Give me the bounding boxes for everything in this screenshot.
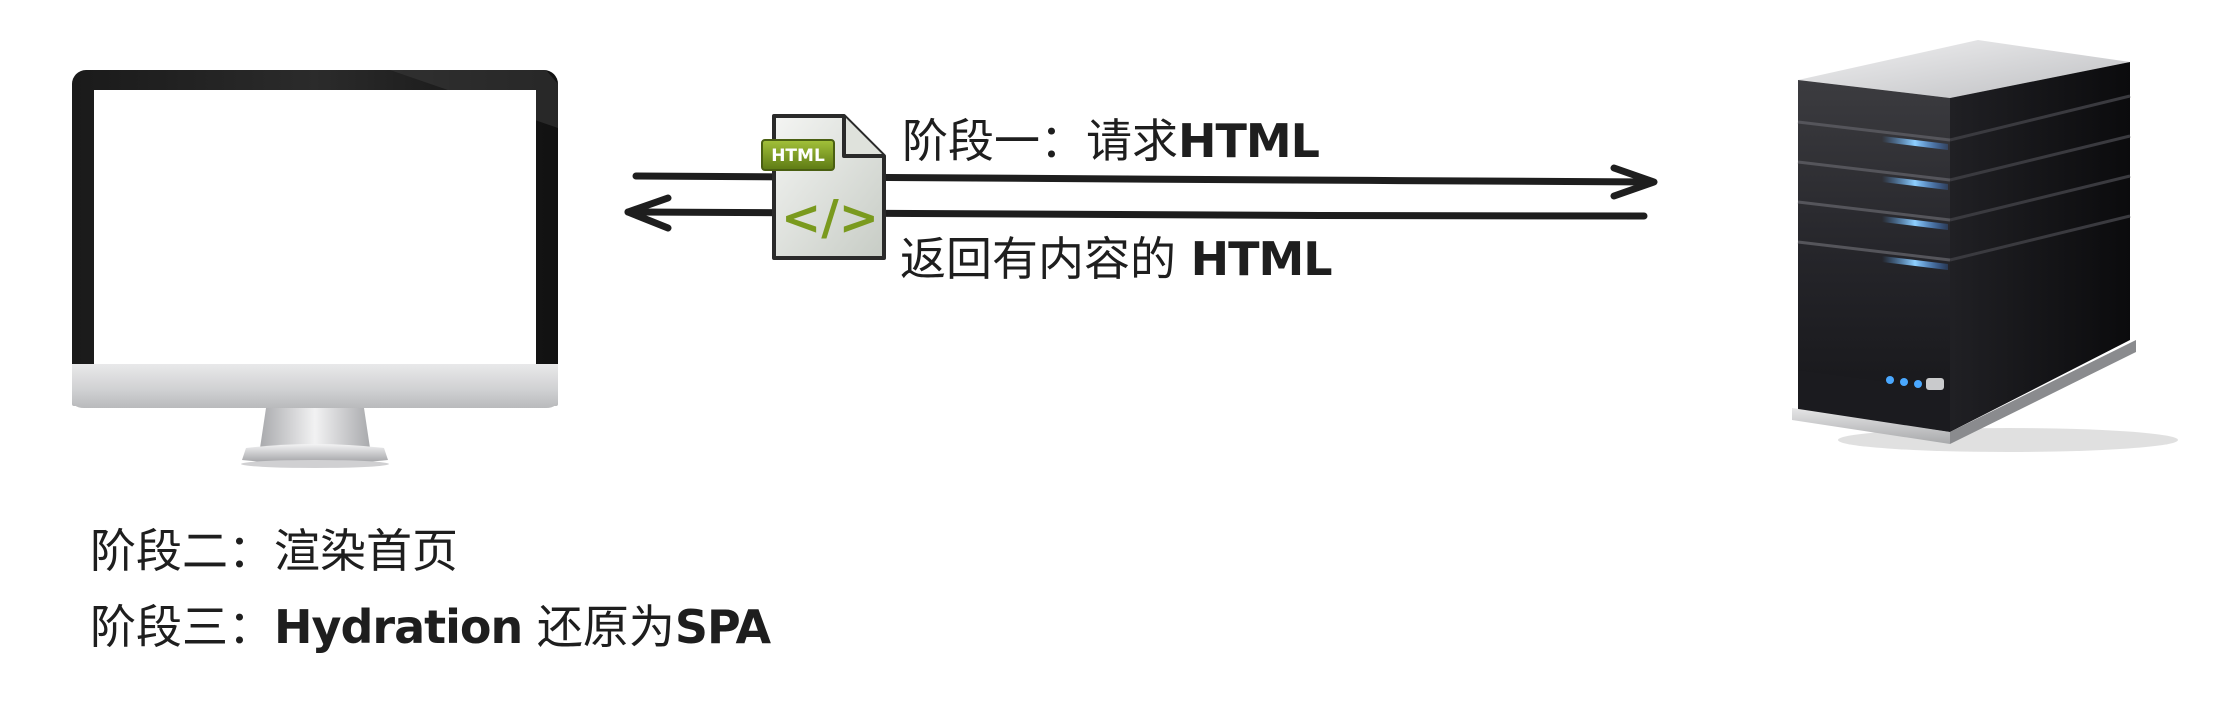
html-badge-text: HTML — [771, 146, 825, 166]
response-arrow — [624, 194, 1648, 232]
request-label: 阶段一：请求HTML — [902, 118, 1320, 164]
stage-three-highlight: Hydration — [274, 600, 523, 654]
response-label-prefix: 返回有内容的 — [900, 232, 1191, 286]
request-label-suffix: HTML — [1178, 114, 1320, 168]
stage-three-suffix: SPA — [674, 600, 771, 654]
stage-three-middle: 还原为 — [522, 600, 675, 654]
code-glyph: </> — [781, 190, 879, 246]
request-label-prefix: 阶段一：请求 — [902, 114, 1178, 168]
stage-two-text: 阶段二：渲染首页 — [90, 524, 458, 578]
response-label-suffix: HTML — [1190, 232, 1333, 286]
stage-three-prefix: 阶段三： — [90, 600, 274, 654]
html-file-icon: HTML </> — [761, 114, 886, 260]
response-label: 返回有内容的 HTML — [900, 236, 1333, 282]
stage-two-label: 阶段二：渲染首页 — [90, 528, 458, 574]
stage-three-label: 阶段三：Hydration 还原为SPA — [90, 604, 771, 650]
